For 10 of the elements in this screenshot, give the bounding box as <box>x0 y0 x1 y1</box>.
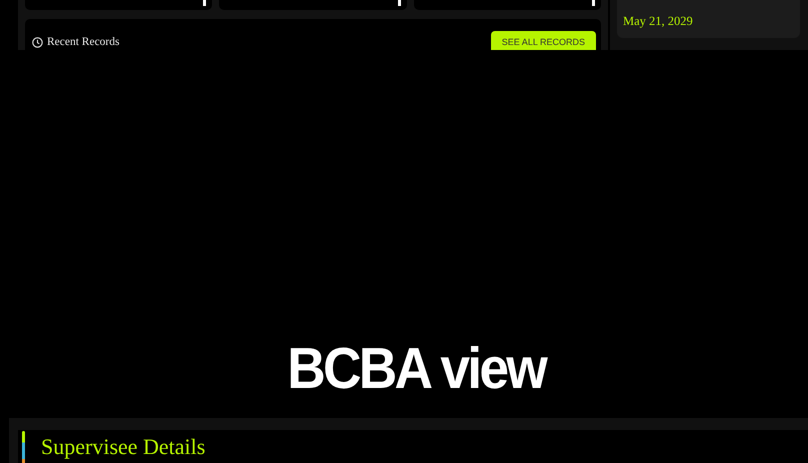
see-all-records-button[interactable]: SEE ALL RECORDS <box>490 31 596 50</box>
caption-text: BCBA view <box>287 340 545 398</box>
date-text: May 21, 2029 <box>623 14 693 28</box>
accent-bar <box>22 431 25 463</box>
clock-icon <box>32 36 43 48</box>
bar-icon <box>398 0 401 6</box>
bar-icon <box>203 0 206 6</box>
bar-icon <box>592 0 595 6</box>
section-title: Recent Records <box>47 36 120 48</box>
panel-title: Supervisee Details <box>41 434 206 460</box>
